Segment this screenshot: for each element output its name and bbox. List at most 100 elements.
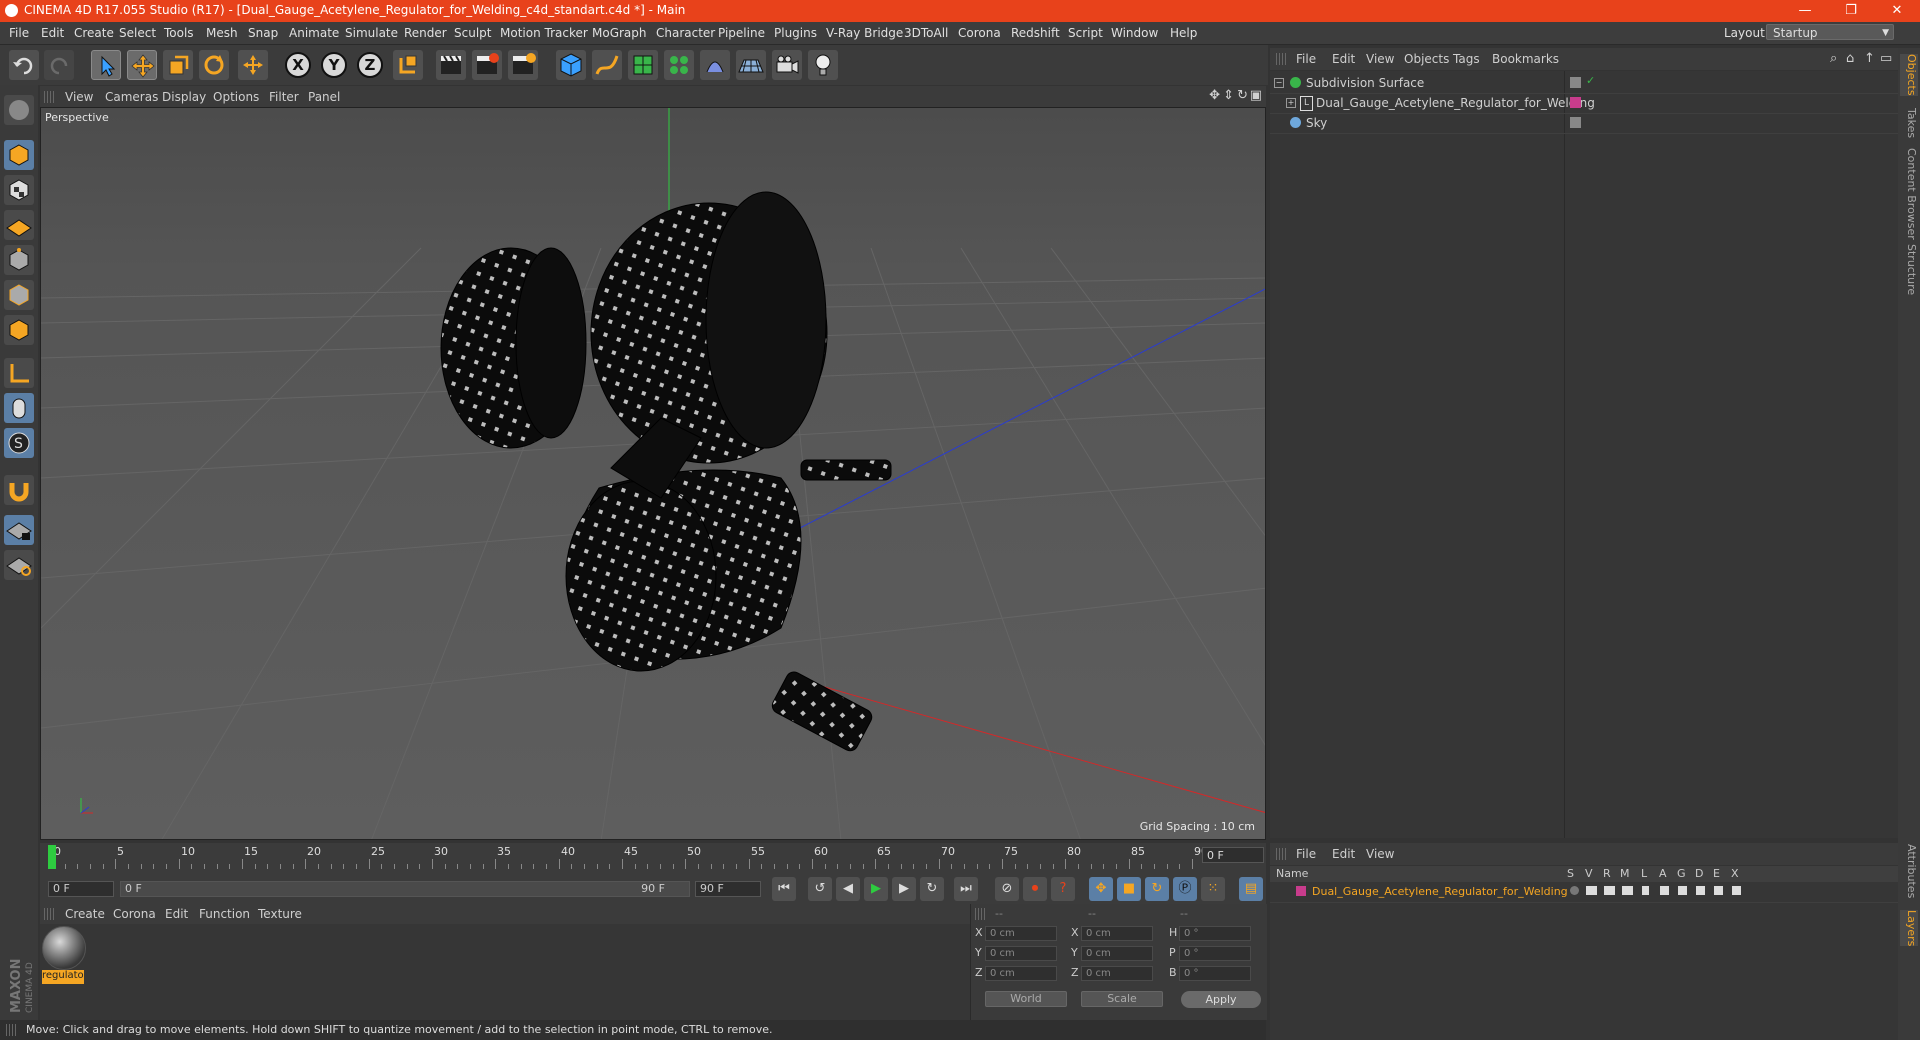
restore-button[interactable]: ❐: [1828, 0, 1874, 22]
menu-mesh[interactable]: Mesh: [206, 26, 238, 40]
obj-menu-tags[interactable]: Tags: [1453, 52, 1480, 66]
arrow-up-icon[interactable]: ↑: [1864, 51, 1875, 66]
render-settings-button[interactable]: [508, 50, 538, 80]
texture-mode-button[interactable]: [4, 175, 34, 205]
col-render[interactable]: R: [1603, 867, 1611, 880]
workplane-mode-button[interactable]: [4, 210, 34, 240]
current-frame-field[interactable]: 0 F: [1202, 847, 1264, 863]
add-light-button[interactable]: [808, 50, 838, 80]
playhead-marker[interactable]: [48, 845, 56, 869]
col-deformers[interactable]: D: [1695, 867, 1703, 880]
key-parameter-button[interactable]: Ⓟ: [1173, 877, 1197, 901]
menu-character[interactable]: Character: [656, 26, 715, 40]
col-visible[interactable]: V: [1585, 867, 1593, 880]
obj-menu-file[interactable]: File: [1296, 52, 1316, 66]
key-pla-button[interactable]: ⁙: [1201, 877, 1225, 901]
3d-viewport[interactable]: Perspective Grid Spacing : 10 cm: [40, 107, 1266, 840]
layer-menu-view[interactable]: View: [1366, 847, 1394, 861]
menu-file[interactable]: File: [9, 26, 29, 40]
workplane-options-button[interactable]: [4, 550, 34, 580]
layer-menu-edit[interactable]: Edit: [1332, 847, 1355, 861]
obj-menu-objects[interactable]: Objects: [1404, 52, 1449, 66]
obj-menu-view[interactable]: View: [1366, 52, 1394, 66]
pos-y-field[interactable]: 0 cm: [985, 946, 1057, 961]
end-frame-field[interactable]: 90 F: [695, 881, 761, 897]
start-frame-field[interactable]: 0 F: [48, 881, 114, 897]
menu-select[interactable]: Select: [119, 26, 156, 40]
magnet-button[interactable]: [4, 475, 34, 505]
tab-layers[interactable]: Layers: [1900, 910, 1918, 947]
col-manager[interactable]: M: [1620, 867, 1630, 880]
move-tool-button[interactable]: [127, 50, 157, 80]
menu-create[interactable]: Create: [74, 26, 114, 40]
layer-row[interactable]: Dual_Gauge_Acetylene_Regulator_for_Weldi…: [1270, 882, 1898, 903]
coordinate-space-select[interactable]: World: [985, 991, 1067, 1007]
col-locked[interactable]: L: [1641, 867, 1647, 880]
axis-mode-button[interactable]: [4, 358, 34, 388]
manager-icon[interactable]: [1622, 886, 1633, 895]
obj-menu-edit[interactable]: Edit: [1332, 52, 1355, 66]
next-key-button[interactable]: ↻: [920, 877, 944, 901]
layer-color-swatch[interactable]: [1296, 886, 1306, 896]
add-generator-button[interactable]: [628, 50, 658, 80]
render-view-button[interactable]: [436, 50, 466, 80]
col-expressions[interactable]: E: [1713, 867, 1720, 880]
make-editable-button[interactable]: [4, 95, 34, 125]
auto-key-button[interactable]: ?: [1051, 877, 1075, 901]
object-name[interactable]: Dual_Gauge_Acetylene_Regulator_for_Weldi…: [1316, 96, 1595, 110]
play-button[interactable]: ▶: [864, 877, 888, 901]
add-mograph-button[interactable]: [664, 50, 694, 80]
size-x-field[interactable]: 0 cm: [1081, 926, 1153, 941]
layer-icon[interactable]: [1570, 77, 1581, 88]
add-spline-button[interactable]: [592, 50, 622, 80]
search-icon[interactable]: ⌕: [1830, 51, 1837, 66]
checkmark-icon[interactable]: ✓: [1586, 74, 1595, 87]
vp-menu-panel[interactable]: Panel: [308, 90, 340, 104]
toggle-view-icon[interactable]: ▣: [1250, 88, 1262, 103]
add-deformer-button[interactable]: [700, 50, 730, 80]
menu-snap[interactable]: Snap: [248, 26, 278, 40]
size-mode-select[interactable]: Scale: [1081, 991, 1163, 1007]
pos-z-field[interactable]: 0 cm: [985, 966, 1057, 981]
record-button[interactable]: ⏺: [1023, 877, 1047, 901]
mat-menu-edit[interactable]: Edit: [165, 907, 188, 921]
vp-menu-display[interactable]: Display: [162, 90, 206, 104]
redo-button[interactable]: [44, 50, 74, 80]
key-rotation-button[interactable]: ↻: [1145, 877, 1169, 901]
material-name[interactable]: regulato: [42, 970, 84, 984]
layer-menu-file[interactable]: File: [1296, 847, 1316, 861]
add-camera-button[interactable]: [772, 50, 802, 80]
object-name[interactable]: Sky: [1306, 116, 1327, 130]
xref-icon[interactable]: [1732, 886, 1741, 895]
menu-redshift[interactable]: Redshift: [1011, 26, 1060, 40]
close-button[interactable]: ✕: [1874, 0, 1920, 22]
generator-icon[interactable]: [1678, 886, 1687, 895]
tweak-mode-button[interactable]: [4, 393, 34, 423]
menu-window[interactable]: Window: [1111, 26, 1158, 40]
y-axis-lock-icon[interactable]: Y: [321, 52, 347, 78]
object-row-regulator[interactable]: + L Dual_Gauge_Acetylene_Regulator_for_W…: [1270, 93, 1898, 114]
menu-vray-bridge[interactable]: V-Ray Bridge: [826, 26, 903, 40]
polygons-mode-button[interactable]: [4, 315, 34, 345]
new-view-icon[interactable]: ▭: [1880, 51, 1892, 66]
tab-structure[interactable]: Structure: [1900, 244, 1918, 295]
edges-mode-button[interactable]: [4, 280, 34, 310]
timeline-window-button[interactable]: ▤: [1239, 877, 1263, 901]
col-animation[interactable]: A: [1659, 867, 1667, 880]
mat-menu-corona[interactable]: Corona: [113, 907, 156, 921]
menu-animate[interactable]: Animate: [289, 26, 339, 40]
menu-mograph[interactable]: MoGraph: [592, 26, 647, 40]
rotate-tool-button[interactable]: [199, 50, 229, 80]
home-icon[interactable]: ⌂: [1846, 51, 1854, 66]
object-name[interactable]: Subdivision Surface: [1306, 76, 1424, 90]
menu-sculpt[interactable]: Sculpt: [454, 26, 491, 40]
mat-menu-function[interactable]: Function: [199, 907, 250, 921]
snapping-button[interactable]: S: [4, 428, 34, 458]
keyframe-selection-button[interactable]: ⊘: [995, 877, 1019, 901]
menu-edit[interactable]: Edit: [41, 26, 64, 40]
recent-tool-button[interactable]: [238, 50, 268, 80]
z-axis-lock-icon[interactable]: Z: [357, 52, 383, 78]
prev-frame-button[interactable]: ◀: [836, 877, 860, 901]
layer-icon[interactable]: [1570, 117, 1581, 128]
tab-objects[interactable]: Objects: [1900, 54, 1918, 96]
